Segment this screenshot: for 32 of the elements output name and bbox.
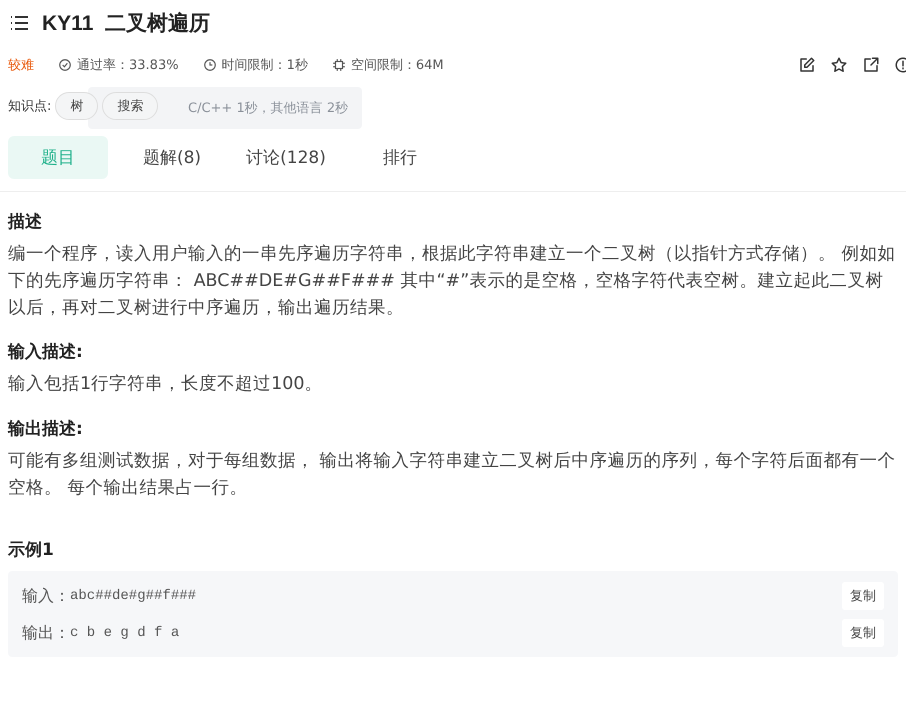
tooltip-text: C/C++ 1秒，其他语言 2秒 — [188, 100, 348, 117]
check-circle-icon — [58, 58, 72, 72]
clock-icon — [202, 58, 217, 72]
copy-button[interactable]: 复制 — [842, 619, 884, 648]
topic-tag[interactable]: 树 — [55, 92, 98, 120]
menu-icon[interactable] — [10, 16, 28, 30]
share-icon[interactable] — [862, 56, 880, 74]
difficulty-label: 较难 — [8, 57, 34, 74]
section-heading: 输出描述: — [8, 418, 84, 440]
tab[interactable]: 排行 — [350, 136, 450, 179]
topic-tag[interactable]: 搜索 — [102, 92, 158, 120]
time-limit: 时间限制：1秒 — [222, 57, 308, 74]
example-label: 输出： — [22, 622, 70, 644]
copy-button[interactable]: 复制 — [842, 582, 884, 610]
problem-title: KY11 二叉树遍历 — [42, 10, 210, 37]
space-limit: 空间限制：64M — [350, 57, 444, 74]
pass-rate: 通过率：33.83% — [77, 57, 179, 74]
star-icon[interactable] — [830, 56, 848, 74]
example-label: 输入： — [22, 586, 70, 607]
section-heading: 描述 — [8, 211, 43, 233]
knowledge-label: 知识点: — [8, 98, 52, 115]
chip-icon — [332, 58, 346, 72]
example-title: 示例1 — [8, 538, 55, 561]
section-heading: 输入描述: — [8, 341, 84, 364]
tab[interactable]: 讨论(128) — [236, 136, 336, 179]
edit-icon[interactable] — [798, 56, 816, 74]
tab[interactable]: 题解(8) — [122, 136, 222, 179]
section-text: 输入包括1行字符串，长度不超过100。 — [8, 373, 324, 396]
example-value: c b e g d f a — [70, 625, 180, 642]
section-text: 编一个程序，读入用户输入的一串先序遍历字符串，根据此字符串建立一个二叉树（以指针方式存储）。 例如如下的先序遍历字符串： ABC##DE#G##F### 其中“#”表示的是空格，空格字符代表空树。建立起此二叉树以后，再对二叉树进行中序遍历，输出遍历结果。 — [8, 243, 897, 320]
example-value: abc##de#g##f### — [70, 588, 196, 604]
section-text: 可能有多组测试数据，对于每组数据， 输出将输入字符串建立二叉树后中序遍历的序列，每个字符后面都有一个空格。 每个输出结果占一行。 — [8, 450, 897, 500]
